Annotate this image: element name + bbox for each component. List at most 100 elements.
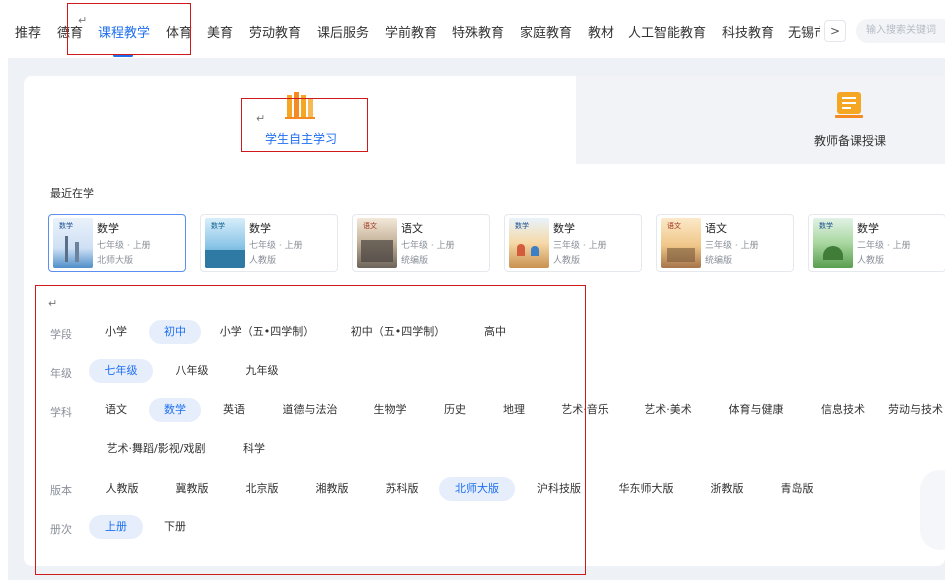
course-card[interactable]: 数学 数学 七年级 · 上册 人教版 — [200, 214, 338, 272]
grade-option[interactable]: 八年级 — [166, 359, 218, 383]
nav-item-preschool[interactable]: 学前教育 — [385, 22, 437, 41]
subject-option[interactable]: 艺术·美术 — [640, 398, 696, 422]
nav-item-family[interactable]: 家庭教育 — [520, 22, 572, 41]
subject-option-selected[interactable]: 数学 — [149, 398, 201, 422]
course-edition: 人教版 — [553, 256, 581, 266]
course-subject: 语文 — [401, 222, 423, 235]
nav-item-sports[interactable]: 体育 — [166, 22, 192, 41]
edition-option[interactable]: 湘教版 — [308, 477, 356, 501]
stage-option[interactable]: 高中 — [475, 320, 515, 344]
course-grade: 三年级 · 上册 — [705, 241, 759, 251]
book-cover: 数学 — [813, 218, 853, 268]
edition-option[interactable]: 人教版 — [98, 477, 146, 501]
return-mark: ↵ — [48, 297, 58, 310]
course-edition: 北师大版 — [97, 256, 134, 266]
book-cover: 语文 — [661, 218, 701, 268]
course-grade: 二年级 · 上册 — [857, 241, 911, 251]
edition-option[interactable]: 苏科版 — [378, 477, 426, 501]
nav-active-indicator — [113, 54, 133, 57]
stage-option[interactable]: 小学 — [96, 320, 136, 344]
filter-label-volume: 册次 — [50, 523, 72, 536]
course-grade: 三年级 · 上册 — [553, 241, 607, 251]
nav-item-labor[interactable]: 劳动教育 — [249, 22, 301, 41]
book-cover-title: 数学 — [59, 222, 73, 230]
course-card[interactable]: 数学 数学 七年级 · 上册 北师大版 — [48, 214, 186, 272]
course-card[interactable]: 数学 数学 二年级 · 上册 人教版 — [808, 214, 945, 272]
course-grade: 七年级 · 上册 — [249, 241, 303, 251]
course-grade: 七年级 · 上册 — [97, 241, 151, 251]
book-cover: 数学 — [205, 218, 245, 268]
return-mark: ↵ — [256, 112, 266, 125]
nav-item-afterschool[interactable]: 课后服务 — [317, 22, 369, 41]
course-card[interactable]: 数学 数学 三年级 · 上册 人教版 — [504, 214, 642, 272]
nav-item-special[interactable]: 特殊教育 — [452, 22, 504, 41]
search-input[interactable]: 输入搜索关键词 — [856, 19, 945, 43]
nav-item-ai[interactable]: 人工智能教育 — [628, 22, 706, 41]
course-grade: 七年级 · 上册 — [401, 241, 455, 251]
teacher-board-icon — [835, 92, 863, 118]
recent-title: 最近在学 — [50, 187, 94, 200]
nav-item-wuxi[interactable]: 无锡市 — [788, 22, 820, 41]
subject-option[interactable]: 历史 — [437, 398, 473, 422]
edition-option-selected[interactable]: 北师大版 — [439, 477, 515, 501]
subject-option[interactable]: 信息技术 — [813, 398, 873, 422]
chevron-right-icon: > — [829, 24, 841, 38]
edition-option[interactable]: 沪科技版 — [530, 477, 588, 501]
filter-label-edition: 版本 — [50, 484, 72, 497]
nav-item-course[interactable]: 课程教学 — [98, 22, 150, 41]
book-cover-title: 数学 — [515, 222, 529, 230]
edition-option[interactable]: 冀教版 — [168, 477, 216, 501]
stage-option[interactable]: 小学（五•四学制） — [214, 320, 320, 344]
subject-option[interactable]: 体育与健康 — [722, 398, 790, 422]
book-cover: 数学 — [509, 218, 549, 268]
volume-option-selected[interactable]: 上册 — [89, 515, 143, 539]
subject-option[interactable]: 劳动与技术 — [888, 398, 945, 422]
nav-item-recommend[interactable]: 推荐 — [15, 22, 41, 41]
books-icon — [285, 92, 315, 119]
mode-tabs: 学生自主学习 教师备课授课 — [24, 76, 945, 164]
course-subject: 数学 — [97, 222, 119, 235]
course-card[interactable]: 语文 语文 七年级 · 上册 统编版 — [352, 214, 490, 272]
edition-option[interactable]: 北京版 — [238, 477, 286, 501]
subject-option[interactable]: 英语 — [214, 398, 254, 422]
subject-option[interactable]: 地理 — [496, 398, 532, 422]
subject-option[interactable]: 科学 — [236, 437, 272, 461]
stage-option-selected[interactable]: 初中 — [149, 320, 201, 344]
nav-item-arts[interactable]: 美育 — [207, 22, 233, 41]
tab-teacher-label: 教师备课授课 — [814, 134, 887, 148]
course-edition: 统编版 — [401, 256, 429, 266]
return-mark: ↵ — [78, 14, 88, 27]
edition-option[interactable]: 青岛版 — [773, 477, 821, 501]
course-subject: 语文 — [705, 222, 727, 235]
edition-option[interactable]: 浙教版 — [703, 477, 751, 501]
course-edition: 人教版 — [857, 256, 885, 266]
subject-option[interactable]: 艺术·音乐 — [557, 398, 613, 422]
grade-option[interactable]: 九年级 — [236, 359, 288, 383]
book-cover-title: 语文 — [667, 222, 681, 230]
tab-student[interactable]: 学生自主学习 — [24, 76, 576, 164]
subject-option[interactable]: 语文 — [96, 398, 136, 422]
subject-option[interactable]: 道德与法治 — [276, 398, 344, 422]
nav-item-tech[interactable]: 科技教育 — [722, 22, 774, 41]
filter-label-stage: 学段 — [50, 328, 72, 341]
book-cover: 语文 — [357, 218, 397, 268]
nav-item-textbook[interactable]: 教材 — [588, 22, 614, 41]
floating-widget[interactable] — [920, 470, 945, 550]
book-cover: 数学 — [53, 218, 93, 268]
nav-more-button[interactable]: > — [824, 20, 846, 42]
grade-option-selected[interactable]: 七年级 — [89, 359, 153, 383]
filter-label-grade: 年级 — [50, 367, 72, 380]
book-cover-title: 语文 — [363, 222, 377, 230]
course-edition: 人教版 — [249, 256, 277, 266]
course-card[interactable]: 语文 语文 三年级 · 上册 统编版 — [656, 214, 794, 272]
tab-student-label: 学生自主学习 — [265, 132, 338, 146]
edition-option[interactable]: 华东师大版 — [612, 477, 680, 501]
subject-option[interactable]: 生物学 — [367, 398, 413, 422]
stage-option[interactable]: 初中（五•四学制） — [345, 320, 451, 344]
tab-teacher[interactable]: 教师备课授课 — [576, 76, 945, 164]
filter-label-subject: 学科 — [50, 406, 72, 419]
volume-option[interactable]: 下册 — [155, 515, 195, 539]
course-edition: 统编版 — [705, 256, 733, 266]
subject-option[interactable]: 艺术·舞蹈/影视/戏剧 — [100, 437, 212, 461]
book-cover-title: 数学 — [819, 222, 833, 230]
